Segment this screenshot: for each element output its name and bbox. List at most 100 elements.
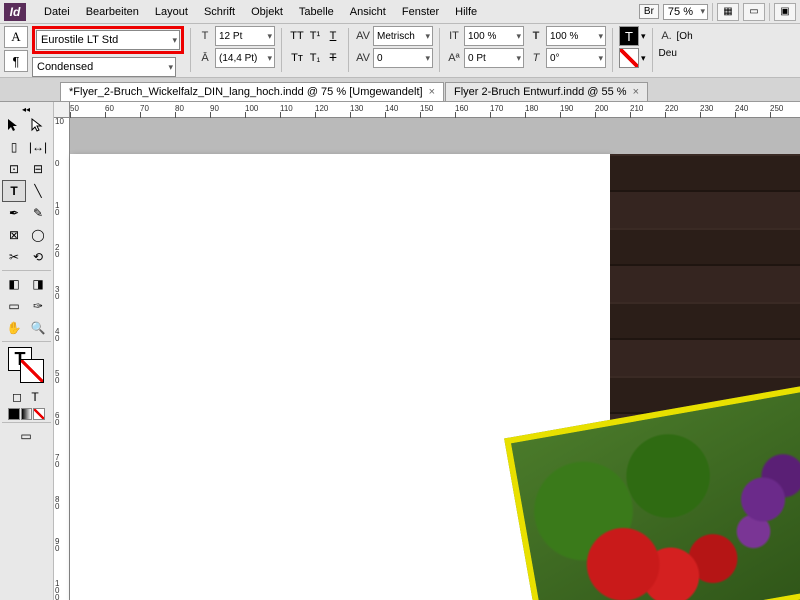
tab-document-2[interactable]: Flyer 2-Bruch Entwurf.indd @ 55 % ×	[445, 82, 648, 101]
eyedropper-tool[interactable]: ✑	[26, 295, 50, 317]
gradient-feather-tool[interactable]: ◨	[26, 273, 50, 295]
horizontal-ruler[interactable]: 5060708090100110120130140150160170180190…	[70, 102, 800, 118]
ruler-tick: 9 0	[55, 538, 65, 552]
superscript-icon[interactable]: T¹	[306, 26, 324, 46]
close-icon[interactable]: ×	[429, 86, 435, 98]
note-tool[interactable]: ▭	[2, 295, 26, 317]
apply-color-swatch[interactable]	[8, 408, 20, 420]
ruler-tick: 200	[595, 104, 608, 113]
menubar: Id Datei Bearbeiten Layout Schrift Objek…	[0, 0, 800, 24]
selection-tool[interactable]	[2, 114, 26, 136]
menu-ansicht[interactable]: Ansicht	[342, 1, 394, 23]
ruler-tick: 90	[210, 104, 219, 113]
document-tabs: *Flyer_2-Bruch_Wickelfalz_DIN_lang_hoch.…	[0, 78, 800, 102]
close-icon[interactable]: ×	[633, 86, 639, 98]
subscript-icon[interactable]: T₁	[306, 48, 324, 68]
ruler-tick: 120	[315, 104, 328, 113]
menu-tabelle[interactable]: Tabelle	[291, 1, 342, 23]
ruler-tick: 230	[700, 104, 713, 113]
rectangle-frame-tool[interactable]: ⊠	[2, 224, 26, 246]
pasteboard-top	[70, 118, 800, 154]
underline-icon[interactable]: T	[324, 26, 342, 46]
menu-schrift[interactable]: Schrift	[196, 1, 243, 23]
pen-tool[interactable]: ✒	[2, 202, 26, 224]
font-style-dropdown[interactable]: Condensed	[32, 57, 176, 77]
formatting-text-icon[interactable]: T	[26, 386, 44, 408]
line-tool[interactable]: ╲	[26, 180, 50, 202]
hscale-icon: T	[528, 26, 544, 46]
ruler-tick: 2 0	[55, 244, 65, 258]
formatting-container-icon[interactable]: ◻	[8, 386, 26, 408]
screen-mode-icon[interactable]: ▭	[743, 3, 765, 21]
hand-tool[interactable]: ✋	[2, 317, 26, 339]
page-tool[interactable]: ▯	[2, 136, 26, 158]
apply-gradient-swatch[interactable]	[21, 408, 33, 420]
view-options-icon[interactable]: ▦	[717, 3, 739, 21]
small-caps-icon[interactable]: Tᴛ	[288, 48, 306, 68]
menu-layout[interactable]: Layout	[147, 1, 196, 23]
leading-field[interactable]: (14,4 Pt)	[215, 48, 275, 68]
menu-fenster[interactable]: Fenster	[394, 1, 447, 23]
fill-color-button[interactable]: T	[619, 26, 639, 46]
ruler-tick: 240	[735, 104, 748, 113]
strikethrough-icon[interactable]: T	[324, 48, 342, 68]
tab-active-document[interactable]: *Flyer_2-Bruch_Wickelfalz_DIN_lang_hoch.…	[60, 82, 444, 101]
ruler-tick: 50	[70, 104, 79, 113]
free-transform-tool[interactable]: ⟲	[26, 246, 50, 268]
gradient-swatch-tool[interactable]: ◧	[2, 273, 26, 295]
stroke-swatch[interactable]	[20, 359, 44, 383]
ruler-tick: 170	[490, 104, 503, 113]
ruler-origin[interactable]	[54, 102, 70, 118]
type-tool[interactable]: T	[2, 180, 26, 202]
content-collector-tool[interactable]: ⊡	[2, 158, 26, 180]
font-size-field[interactable]: 12 Pt	[215, 26, 275, 46]
ruler-tick: 110	[280, 104, 293, 113]
scissors-tool[interactable]: ✂	[2, 246, 26, 268]
screen-mode-tool[interactable]: ▭	[2, 425, 50, 447]
gap-tool[interactable]: |↔|	[26, 136, 50, 158]
vscale-field[interactable]: 100 %	[464, 26, 524, 46]
bridge-button[interactable]: Br	[639, 4, 659, 19]
font-size-icon: T	[197, 26, 213, 46]
ruler-tick: 3 0	[55, 286, 65, 300]
ruler-tick: 5 0	[55, 370, 65, 384]
stroke-color-button[interactable]	[619, 48, 639, 68]
zoom-tool[interactable]: 🔍	[26, 317, 50, 339]
wood-background-image[interactable]	[610, 154, 800, 600]
vertical-ruler[interactable]: 1001 02 03 04 05 06 07 08 09 01 0 0	[54, 118, 70, 600]
tracking-field[interactable]: 0	[373, 48, 433, 68]
menu-hilfe[interactable]: Hilfe	[447, 1, 485, 23]
apply-none-swatch[interactable]	[33, 408, 45, 420]
collapse-icon[interactable]: ◂◂	[2, 104, 50, 114]
font-family-dropdown[interactable]: Eurostile LT Std	[36, 30, 180, 50]
kerning-field[interactable]: Metrisch	[373, 26, 433, 46]
ruler-tick: 250	[770, 104, 783, 113]
fill-stroke-swatch[interactable]: T	[8, 347, 44, 383]
pasteboard[interactable]	[70, 118, 800, 600]
ruler-tick: 80	[175, 104, 184, 113]
ruler-tick: 4 0	[55, 328, 65, 342]
ruler-tick: 8 0	[55, 496, 65, 510]
pencil-tool[interactable]: ✎	[26, 202, 50, 224]
direct-selection-tool[interactable]	[26, 114, 50, 136]
ruler-tick: 210	[630, 104, 643, 113]
menu-objekt[interactable]: Objekt	[243, 1, 291, 23]
skew-field[interactable]: 0°	[546, 48, 606, 68]
font-family-highlight: Eurostile LT Std	[32, 26, 184, 54]
leading-icon: Ā	[197, 48, 213, 68]
content-placer-tool[interactable]: ⊟	[26, 158, 50, 180]
character-mode-button[interactable]: A	[4, 26, 28, 48]
ruler-tick: 6 0	[55, 412, 65, 426]
ruler-tick: 180	[525, 104, 538, 113]
ruler-tick: 220	[665, 104, 678, 113]
canvas-area: 5060708090100110120130140150160170180190…	[54, 102, 800, 600]
baseline-field[interactable]: 0 Pt	[464, 48, 524, 68]
zoom-dropdown[interactable]: 75 %	[663, 4, 708, 20]
paragraph-mode-button[interactable]: ¶	[4, 50, 28, 72]
menu-bearbeiten[interactable]: Bearbeiten	[78, 1, 147, 23]
rectangle-tool[interactable]: ◯	[26, 224, 50, 246]
arrange-documents-icon[interactable]: ▣	[774, 3, 796, 21]
all-caps-icon[interactable]: TT	[288, 26, 306, 46]
hscale-field[interactable]: 100 %	[546, 26, 606, 46]
menu-datei[interactable]: Datei	[36, 1, 78, 23]
